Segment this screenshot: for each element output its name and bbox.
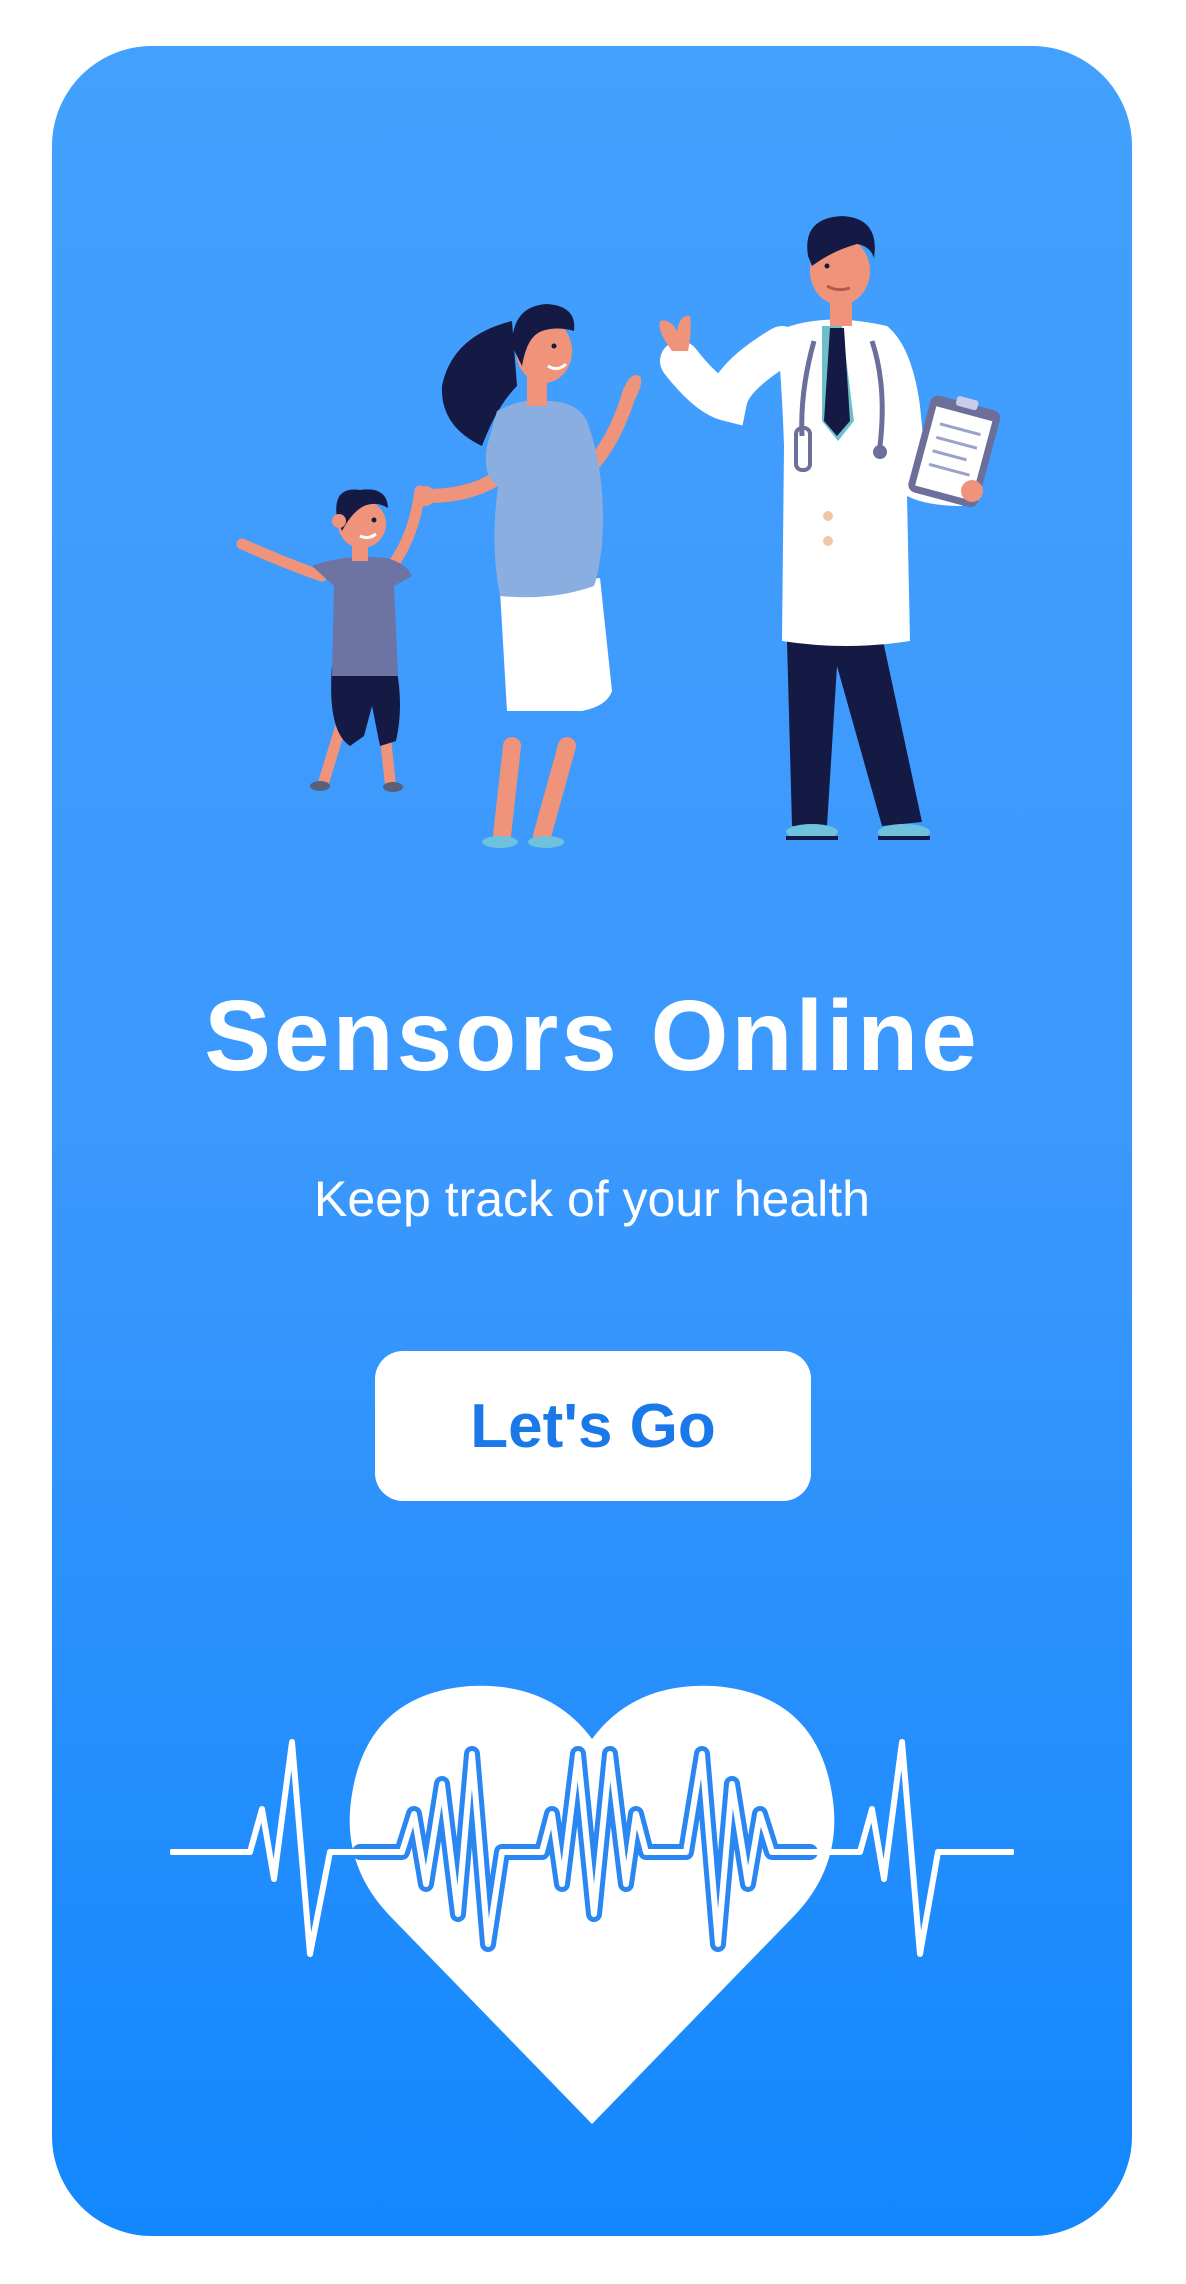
corner-accent bbox=[1062, 46, 1132, 116]
doctor-figure bbox=[659, 216, 1001, 840]
child-figure bbox=[236, 485, 426, 792]
clipboard-icon bbox=[908, 395, 1001, 508]
heartbeat-graphic bbox=[170, 1685, 1014, 2124]
mother-figure bbox=[415, 304, 642, 848]
page-title: Sensors Online bbox=[204, 980, 980, 1092]
family-doctor-illustration bbox=[236, 216, 1001, 848]
lets-go-button[interactable]: Let's Go bbox=[375, 1351, 811, 1501]
welcome-screen: Sensors Online Keep track of your health… bbox=[52, 46, 1132, 2236]
page-subtitle: Keep track of your health bbox=[314, 1171, 870, 1227]
